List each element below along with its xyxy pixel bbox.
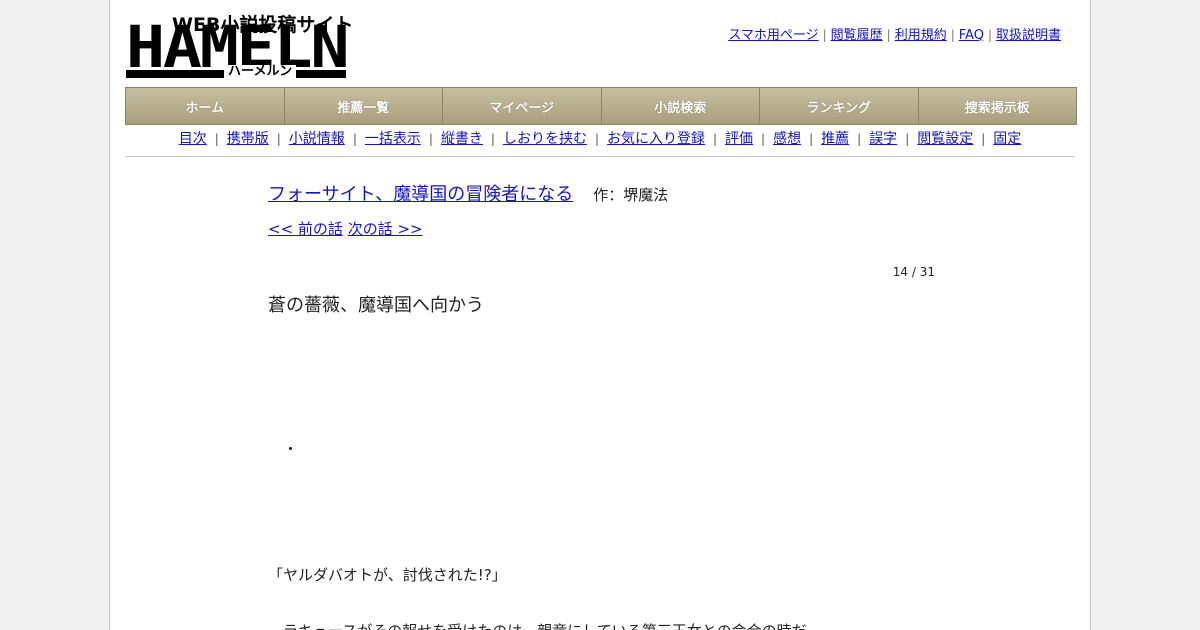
separator: | <box>713 132 718 146</box>
subnav-rating[interactable]: 評価 <box>725 131 753 147</box>
separator: | <box>594 132 599 146</box>
body-text-line: ・ <box>268 440 299 458</box>
separator: | <box>950 28 955 42</box>
separator: | <box>905 132 910 146</box>
nav-ranking[interactable]: ランキング <box>760 88 919 124</box>
history-link[interactable]: 閲覧履歴 <box>831 28 883 43</box>
nav-home[interactable]: ホーム <box>126 88 285 124</box>
nav-recommendations[interactable]: 推薦一覧 <box>284 88 443 124</box>
subnav-toc[interactable]: 目次 <box>179 131 207 147</box>
subnav-pin[interactable]: 固定 <box>993 131 1021 147</box>
episode-counter: 14 / 31 <box>892 265 935 279</box>
subnav-novel-info[interactable]: 小説情報 <box>289 131 345 147</box>
subnav-impressions[interactable]: 感想 <box>773 131 801 147</box>
page-container: WEB小説投稿サイト HAMELN ハーメルン スマホ用ページ | 閲覧履歴 | 利用規… <box>109 0 1091 630</box>
separator: | <box>214 132 219 146</box>
novel-header: フォーサイト、魔導国の冒険者になる 作：堺魔法 <box>268 180 935 206</box>
smartphone-page-link[interactable]: スマホ用ページ <box>728 28 818 43</box>
separator: | <box>987 28 992 42</box>
separator: | <box>822 28 827 42</box>
separator: | <box>981 132 986 146</box>
separator: | <box>352 132 357 146</box>
episode-nav: << 前の話 次の話 >> <box>268 218 423 239</box>
nav-novel-search[interactable]: 小説検索 <box>601 88 760 124</box>
novel-content: フォーサイト、魔導国の冒険者になる 作：堺魔法 << 前の話 次の話 >> 14 … <box>268 180 935 630</box>
manual-link[interactable]: 取扱説明書 <box>996 28 1061 43</box>
subnav-typo[interactable]: 誤字 <box>869 131 897 147</box>
subnav-view-settings[interactable]: 閲覧設定 <box>917 131 973 147</box>
subnav-vertical[interactable]: 縦書き <box>441 131 483 147</box>
header-links: スマホ用ページ | 閲覧履歴 | 利用規約 | FAQ | 取扱説明書 <box>728 24 1061 43</box>
body-text-line: 「ヤルダバオトが、討伐された!?」 <box>268 566 507 584</box>
nav-mypage[interactable]: マイページ <box>443 88 602 124</box>
main-nav: ホーム 推薦一覧 マイページ 小説検索 ランキング 捜索掲示板 <box>125 87 1077 125</box>
subnav-show-all[interactable]: 一括表示 <box>365 131 421 147</box>
separator: | <box>809 132 814 146</box>
separator: | <box>428 132 433 146</box>
subnav-recommend[interactable]: 推薦 <box>821 131 849 147</box>
hameln-logo[interactable]: WEB小説投稿サイト HAMELN ハーメルン <box>126 10 353 80</box>
subnav-mobile[interactable]: 携帯版 <box>227 131 269 147</box>
novel-sub-nav: 目次 | 携帯版 | 小説情報 | 一括表示 | 縦書き | しおりを挟む | お気に入り登録 | 評価 | 感… <box>125 128 1075 157</box>
chapter-title: 蒼の薔薇、魔導国へ向かう <box>268 295 484 316</box>
nav-search-board[interactable]: 捜索掲示板 <box>918 88 1076 124</box>
prev-episode-link[interactable]: << 前の話 <box>268 220 343 238</box>
separator: | <box>886 28 891 42</box>
separator: | <box>490 132 495 146</box>
separator: | <box>276 132 281 146</box>
novel-title-link[interactable]: フォーサイト、魔導国の冒険者になる <box>268 184 573 205</box>
subnav-bookmark[interactable]: しおりを挟む <box>503 131 587 147</box>
separator: | <box>761 132 766 146</box>
logo-kana: ハーメルン <box>224 65 297 79</box>
author-name: 作：堺魔法 <box>593 186 669 204</box>
terms-link[interactable]: 利用規約 <box>895 28 947 43</box>
body-text-line: ラキュースがその報せを受けたのは、親竜にしている第三王女との会合の時だ <box>268 620 807 630</box>
subnav-favorite[interactable]: お気に入り登録 <box>607 131 705 147</box>
faq-link[interactable]: FAQ <box>959 28 984 43</box>
next-episode-link[interactable]: 次の話 >> <box>348 220 423 238</box>
separator: | <box>857 132 862 146</box>
